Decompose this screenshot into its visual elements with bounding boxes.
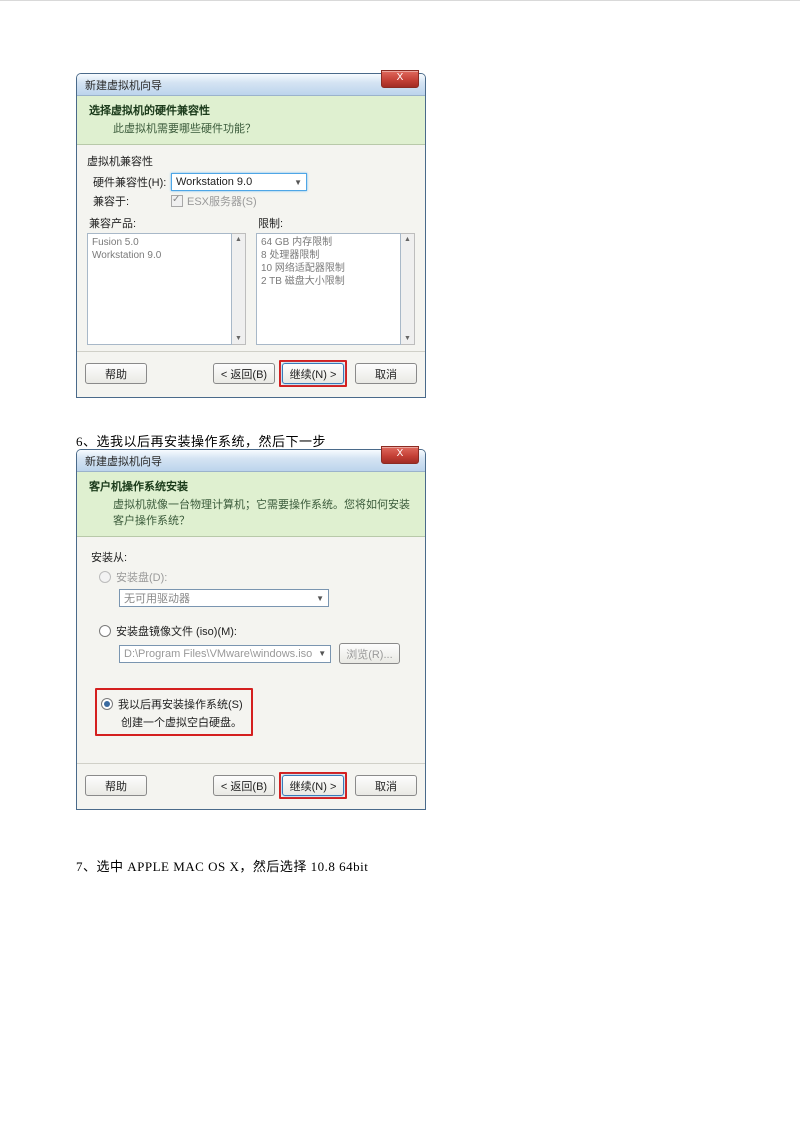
- limits-listbox[interactable]: 64 GB 内存限制 8 处理器限制 10 网络适配器限制 2 TB 磁盘大小限…: [256, 233, 401, 345]
- radio-iso-label: 安装盘镜像文件 (iso)(M):: [116, 623, 237, 639]
- back-button[interactable]: < 返回(B): [213, 775, 275, 796]
- chevron-down-icon: ▼: [294, 178, 302, 187]
- help-button[interactable]: 帮助: [85, 363, 147, 384]
- dialog-hw-compat: 新建虚拟机向导 X 选择虚拟机的硬件兼容性 此虚拟机需要哪些硬件功能？ 虚拟机兼…: [76, 73, 426, 398]
- products-header: 兼容产品:: [89, 215, 246, 231]
- close-icon[interactable]: X: [381, 446, 419, 464]
- highlight-next: 继续(N) >: [279, 772, 347, 799]
- help-button[interactable]: 帮助: [85, 775, 147, 796]
- radio-iso[interactable]: [99, 625, 111, 637]
- list-item: Workstation 9.0: [92, 249, 227, 262]
- cancel-button[interactable]: 取消: [355, 363, 417, 384]
- group-label: 虚拟机兼容性: [87, 153, 415, 169]
- header-title: 选择虚拟机的硬件兼容性: [89, 102, 413, 118]
- radio-later-label: 我以后再安装操作系统(S): [118, 696, 243, 712]
- close-icon[interactable]: X: [381, 70, 419, 88]
- next-button[interactable]: 继续(N) >: [282, 363, 344, 384]
- back-button[interactable]: < 返回(B): [213, 363, 275, 384]
- step-6-caption: 6、选我以后再安装操作系统，然后下一步: [76, 431, 326, 450]
- esx-checkbox[interactable]: [171, 195, 183, 207]
- footer-pane: 帮助 < 返回(B) 继续(N) > 取消: [77, 763, 425, 809]
- esx-label: ESX服务器(S): [187, 193, 257, 209]
- highlight-later-option: 我以后再安装操作系统(S) 创建一个虚拟空白硬盘。: [95, 688, 253, 736]
- radio-later-sub: 创建一个虚拟空白硬盘。: [121, 714, 243, 730]
- iso-path-value: D:\Program Files\VMware\windows.iso: [124, 648, 312, 660]
- list-item: 64 GB 内存限制: [261, 236, 396, 249]
- radio-disc: [99, 571, 111, 583]
- iso-path-field[interactable]: D:\Program Files\VMware\windows.iso ▼: [119, 645, 331, 663]
- header-title: 客户机操作系统安装: [89, 478, 413, 494]
- header-pane: 选择虚拟机的硬件兼容性 此虚拟机需要哪些硬件功能？: [77, 96, 425, 145]
- highlight-next: 继续(N) >: [279, 360, 347, 387]
- header-subtitle: 此虚拟机需要哪些硬件功能？: [89, 120, 413, 136]
- browse-button[interactable]: 浏览(R)...: [339, 643, 399, 664]
- dialog-guest-os: 新建虚拟机向导 X 客户机操作系统安装 虚拟机就像一台物理计算机；它需要操作系统…: [76, 449, 426, 810]
- step-7-caption: 7、选中 APPLE MAC OS X，然后选择 10.8 64bit: [76, 856, 368, 875]
- radio-disc-label: 安装盘(D):: [116, 569, 167, 585]
- chevron-down-icon: ▼: [316, 594, 324, 603]
- body-pane: 安装从: 安装盘(D): 无可用驱动器 ▼ 安装盘镜像文件 (iso)(M): …: [77, 537, 425, 763]
- titlebar[interactable]: 新建虚拟机向导 X: [77, 74, 425, 96]
- hw-compat-label: 硬件兼容性(H):: [93, 174, 171, 190]
- hw-compat-value: Workstation 9.0: [176, 176, 252, 188]
- title-text: 新建虚拟机向导: [85, 77, 421, 93]
- list-item: 2 TB 磁盘大小限制: [261, 275, 396, 288]
- titlebar[interactable]: 新建虚拟机向导 X: [77, 450, 425, 472]
- radio-later[interactable]: [101, 698, 113, 710]
- list-item: 8 处理器限制: [261, 249, 396, 262]
- limits-header: 限制:: [258, 215, 415, 231]
- footer-pane: 帮助 < 返回(B) 继续(N) > 取消: [77, 351, 425, 397]
- compat-with-label: 兼容于:: [93, 193, 171, 209]
- install-from-label: 安装从:: [91, 549, 411, 565]
- chevron-down-icon: ▼: [318, 649, 326, 658]
- next-button[interactable]: 继续(N) >: [282, 775, 344, 796]
- scrollbar[interactable]: ▲▼: [232, 233, 246, 345]
- title-text: 新建虚拟机向导: [85, 453, 421, 469]
- drive-select[interactable]: 无可用驱动器 ▼: [119, 589, 329, 607]
- header-pane: 客户机操作系统安装 虚拟机就像一台物理计算机；它需要操作系统。您将如何安装客户操…: [77, 472, 425, 537]
- list-item: 10 网络适配器限制: [261, 262, 396, 275]
- header-subtitle: 虚拟机就像一台物理计算机；它需要操作系统。您将如何安装客户操作系统？: [89, 496, 413, 528]
- hw-compat-select[interactable]: Workstation 9.0 ▼: [171, 173, 307, 191]
- drive-value: 无可用驱动器: [124, 590, 190, 606]
- products-listbox[interactable]: Fusion 5.0 Workstation 9.0: [87, 233, 232, 345]
- cancel-button[interactable]: 取消: [355, 775, 417, 796]
- list-item: Fusion 5.0: [92, 236, 227, 249]
- scrollbar[interactable]: ▲▼: [401, 233, 415, 345]
- body-pane: 虚拟机兼容性 硬件兼容性(H): Workstation 9.0 ▼ 兼容于: …: [77, 145, 425, 351]
